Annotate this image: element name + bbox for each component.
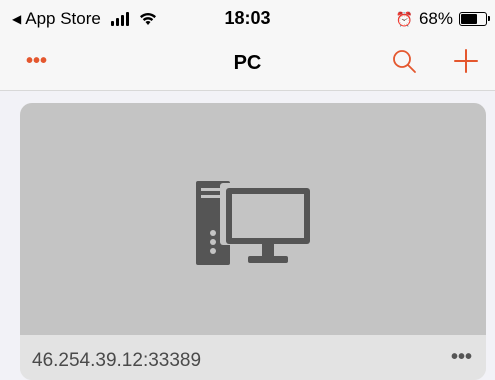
connection-more-button[interactable]: ••• xyxy=(451,346,472,369)
battery-percent: 68% xyxy=(418,9,453,28)
connection-footer: 46.254.39.12:33389 ••• xyxy=(20,335,486,380)
navigation-bar: ••• PC xyxy=(0,38,495,91)
page-title: PC xyxy=(233,52,262,74)
status-bar: ◀ App Store 18:03 ⏰ 68% xyxy=(0,0,495,38)
connection-address: 46.254.39.12:33389 xyxy=(32,350,202,371)
battery-icon xyxy=(459,12,490,26)
alarm-icon: ⏰ xyxy=(395,10,413,27)
connection-card[interactable]: 46.254.39.12:33389 ••• xyxy=(20,103,486,380)
search-icon[interactable] xyxy=(391,48,417,74)
status-right: ⏰ 68% xyxy=(395,9,490,29)
connection-preview[interactable] xyxy=(20,103,486,335)
add-icon[interactable] xyxy=(452,47,480,75)
battery-fill xyxy=(461,14,477,24)
pc-icon xyxy=(196,181,310,265)
